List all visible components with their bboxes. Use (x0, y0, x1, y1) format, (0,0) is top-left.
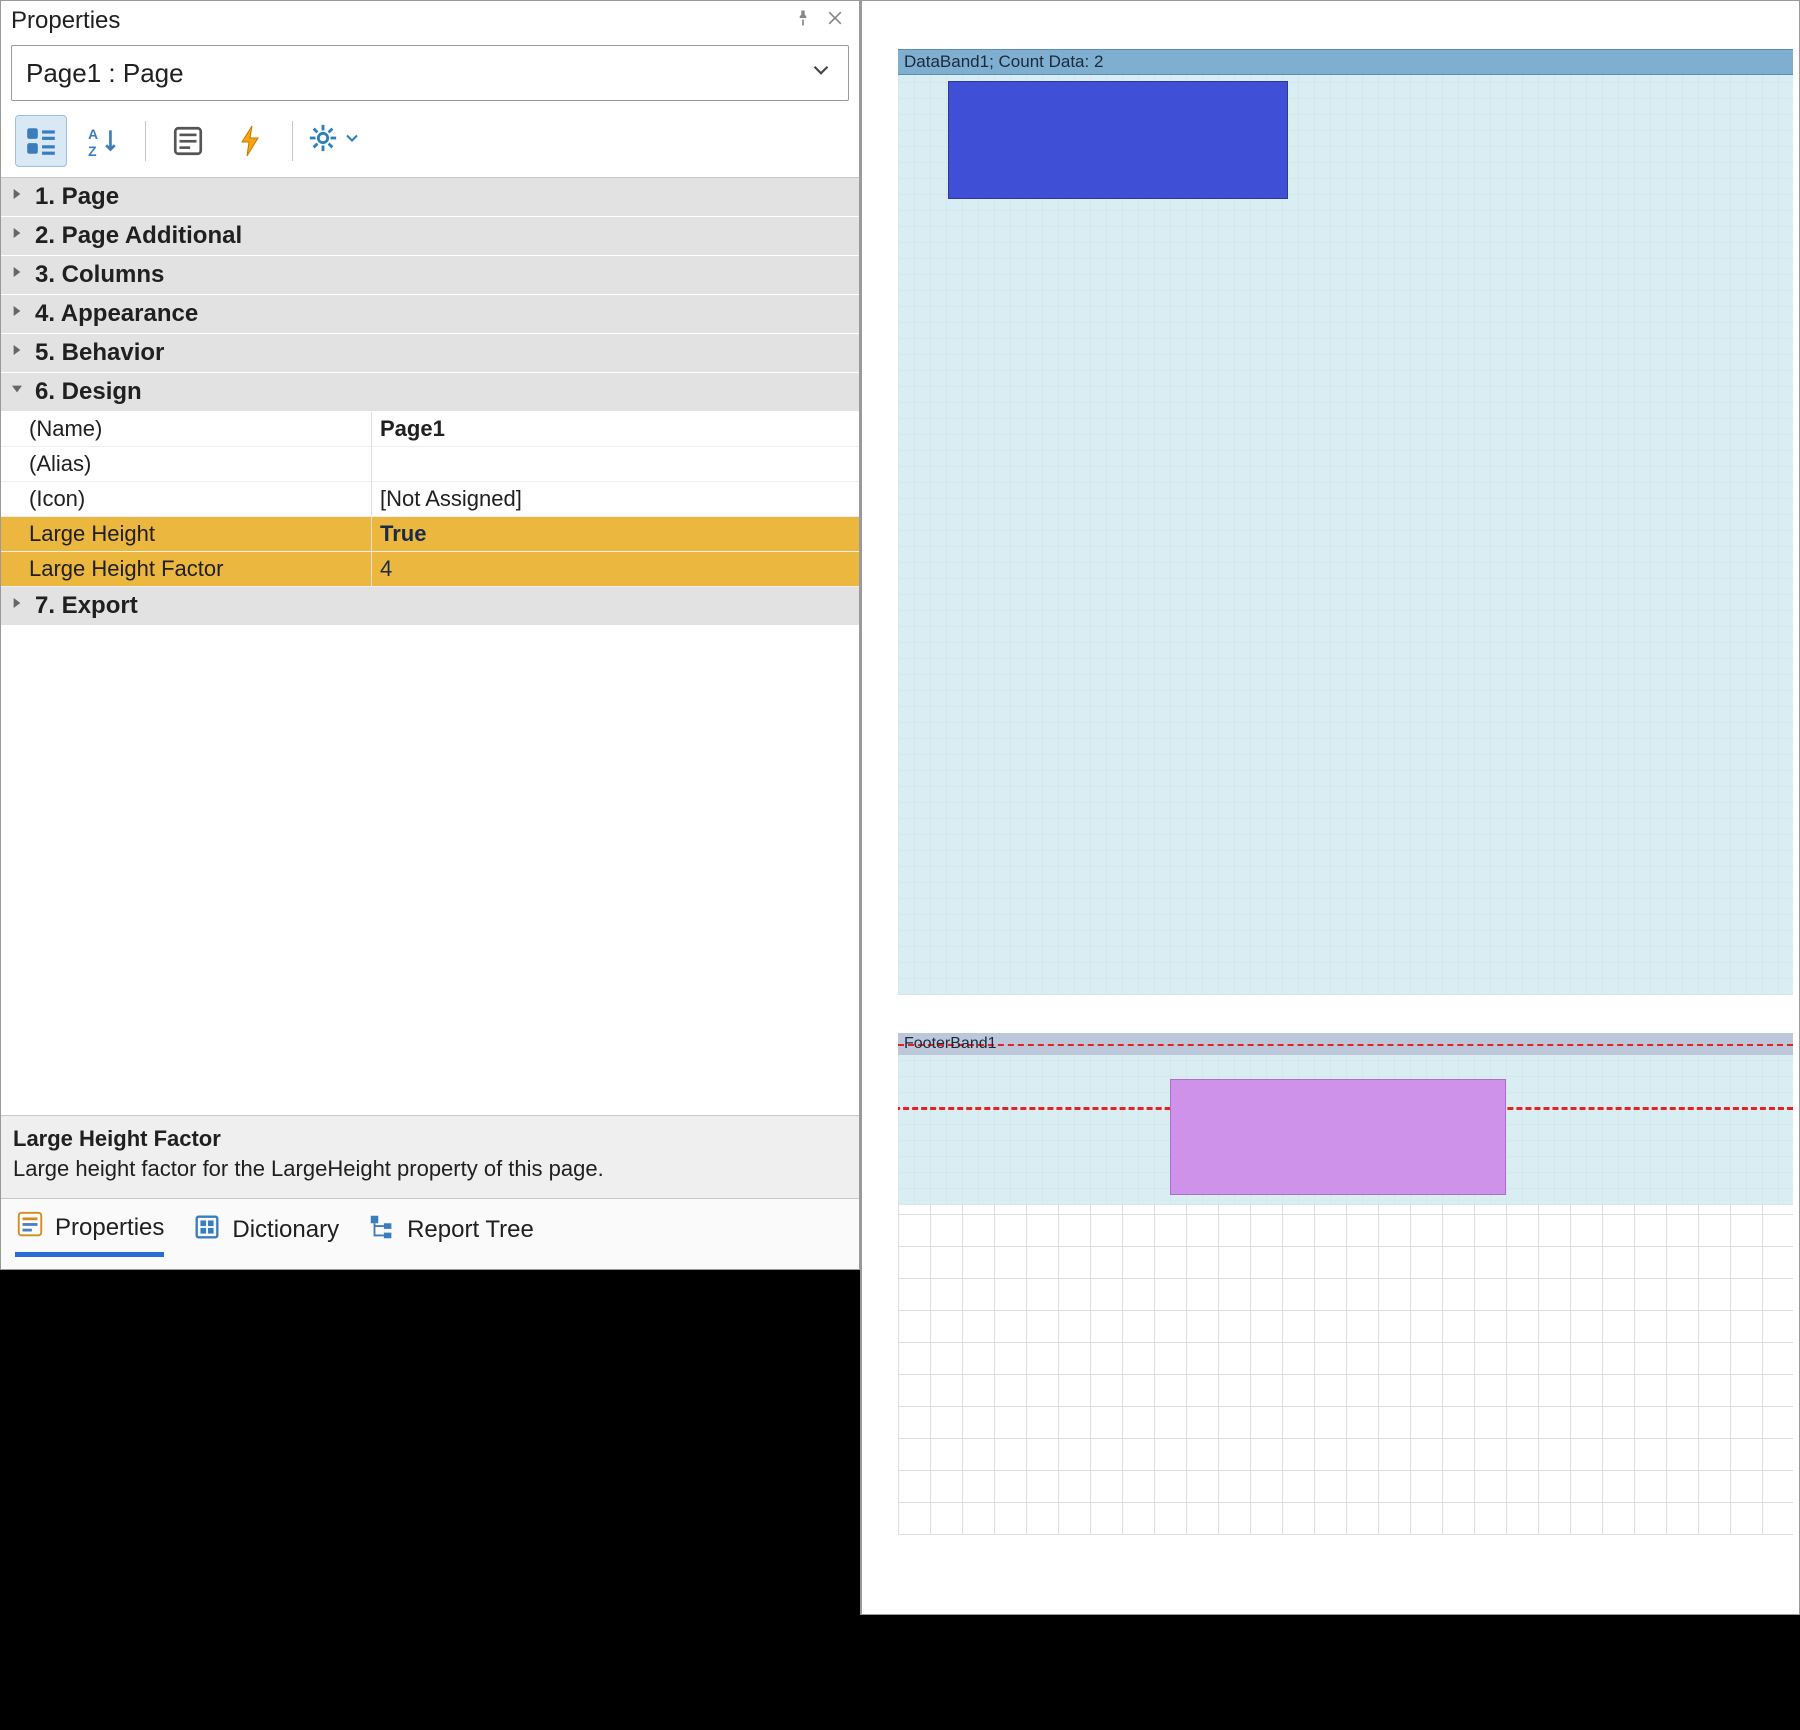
chevron-right-icon (7, 300, 27, 328)
panel-header: Properties (1, 1, 859, 39)
group-label: 3. Columns (35, 261, 164, 289)
property-row-icon[interactable]: (Icon) [Not Assigned] (1, 482, 859, 517)
tab-label: Dictionary (232, 1216, 339, 1244)
property-name: Large Height Factor (1, 552, 371, 587)
close-icon[interactable] (825, 8, 845, 34)
group-behavior[interactable]: 5. Behavior (1, 334, 859, 373)
group-label: 5. Behavior (35, 339, 164, 367)
chevron-down-icon (7, 378, 27, 406)
chevron-right-icon (7, 261, 27, 289)
design-surface[interactable]: DataBand1; Count Data: 2 FooterBand1 (860, 0, 1800, 1615)
group-page-additional[interactable]: 2. Page Additional (1, 217, 859, 256)
tab-properties[interactable]: Properties (15, 1209, 164, 1257)
page-break-line (898, 1044, 1793, 1046)
settings-dropdown-button[interactable] (309, 115, 361, 167)
group-label: 2. Page Additional (35, 222, 242, 250)
dictionary-tab-icon (192, 1212, 222, 1249)
object-selector-value: Page1 : Page (26, 58, 184, 89)
chevron-right-icon (7, 592, 27, 620)
hint-title: Large Height Factor (13, 1126, 847, 1152)
databand-header[interactable]: DataBand1; Count Data: 2 (898, 49, 1793, 75)
group-label: 4. Appearance (35, 300, 198, 328)
svg-text:A: A (88, 126, 98, 142)
page-area-beyond[interactable] (898, 1205, 1793, 1535)
databand-body[interactable] (898, 75, 1793, 995)
property-name: (Alias) (1, 447, 371, 482)
report-tree-tab-icon (367, 1212, 397, 1249)
property-value[interactable]: 4 (371, 552, 859, 587)
report-element-purple[interactable] (1170, 1079, 1506, 1195)
group-label: 7. Export (35, 592, 138, 620)
property-row-large-height[interactable]: Large Height True (1, 517, 859, 552)
band-gap (898, 995, 1793, 1033)
group-export[interactable]: 7. Export (1, 587, 859, 626)
footerband-body[interactable] (898, 1055, 1793, 1205)
properties-tab-icon (15, 1209, 45, 1246)
property-row-large-height-factor[interactable]: Large Height Factor 4 (1, 552, 859, 587)
svg-text:Z: Z (88, 143, 97, 158)
property-row-alias[interactable]: (Alias) (1, 447, 859, 482)
group-label: 6. Design (35, 378, 142, 406)
toolbar-separator (292, 121, 293, 161)
group-appearance[interactable]: 4. Appearance (1, 295, 859, 334)
footerband-header[interactable]: FooterBand1 (898, 1033, 1793, 1055)
property-name: (Name) (1, 412, 371, 447)
tab-dictionary[interactable]: Dictionary (192, 1212, 339, 1255)
object-selector-dropdown[interactable]: Page1 : Page (11, 45, 849, 101)
show-description-button[interactable] (162, 115, 214, 167)
categorized-view-button[interactable] (15, 115, 67, 167)
pin-icon[interactable] (793, 8, 813, 34)
toolbar-separator (145, 121, 146, 161)
chevron-down-icon (808, 57, 834, 90)
tab-label: Properties (55, 1214, 164, 1242)
chevron-right-icon (7, 183, 27, 211)
hint-text: Large height factor for the LargeHeight … (13, 1156, 847, 1182)
property-value[interactable]: [Not Assigned] (371, 482, 859, 517)
tab-report-tree[interactable]: Report Tree (367, 1212, 534, 1255)
gear-icon (308, 123, 338, 159)
property-value[interactable]: Page1 (371, 412, 859, 447)
report-element-blue[interactable] (948, 81, 1288, 199)
property-value[interactable]: True (371, 517, 859, 552)
panel-title: Properties (11, 7, 120, 35)
property-value[interactable] (371, 447, 859, 482)
property-name: Large Height (1, 517, 371, 552)
group-design[interactable]: 6. Design (1, 373, 859, 412)
group-label: 1. Page (35, 183, 119, 211)
properties-toolbar: AZ (1, 111, 859, 177)
group-columns[interactable]: 3. Columns (1, 256, 859, 295)
chevron-right-icon (7, 222, 27, 250)
properties-blank-area (1, 626, 859, 1115)
property-name: (Icon) (1, 482, 371, 517)
footerband-label: FooterBand1 (904, 1035, 997, 1053)
group-page[interactable]: 1. Page (1, 178, 859, 217)
alphabetical-view-button[interactable]: AZ (77, 115, 129, 167)
databand-label: DataBand1; Count Data: 2 (904, 52, 1103, 72)
property-row-name[interactable]: (Name) Page1 (1, 412, 859, 447)
tab-label: Report Tree (407, 1216, 534, 1244)
property-hint: Large Height Factor Large height factor … (1, 1115, 859, 1198)
chevron-right-icon (7, 339, 27, 367)
chevron-down-icon (342, 128, 362, 154)
property-tree: 1. Page 2. Page Additional 3. Columns 4.… (1, 177, 859, 626)
events-button[interactable] (224, 115, 276, 167)
bottom-tabs: Properties Dictionary Report Tree (1, 1198, 859, 1269)
properties-panel: Properties Page1 : Page AZ (0, 0, 860, 1270)
